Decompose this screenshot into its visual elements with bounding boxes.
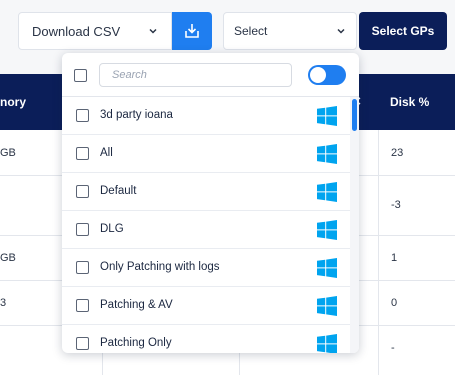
- scrollbar-thumb[interactable]: [352, 99, 357, 131]
- item-checkbox[interactable]: [76, 147, 89, 160]
- download-button[interactable]: [172, 12, 212, 50]
- list-item[interactable]: Patching Only: [62, 325, 350, 353]
- list-item[interactable]: All: [62, 135, 350, 173]
- list-item[interactable]: Default: [62, 173, 350, 211]
- item-label: Patching Only: [100, 337, 172, 349]
- chevron-down-icon: [337, 28, 345, 34]
- item-label: Default: [100, 185, 137, 197]
- item-checkbox[interactable]: [76, 185, 89, 198]
- table-cell-disk: -3: [391, 199, 401, 211]
- table-cell-memory: GB: [0, 147, 16, 159]
- select-gps-button[interactable]: Select GPs: [359, 12, 447, 50]
- item-label: 3d party ioana: [100, 109, 173, 121]
- table-cell-memory: GB: [0, 252, 16, 264]
- table-cell-disk: 0: [391, 297, 398, 309]
- item-checkbox[interactable]: [76, 337, 89, 350]
- list-item[interactable]: Only Patching with logs: [62, 249, 350, 287]
- item-checkbox[interactable]: [76, 109, 89, 122]
- gp-select[interactable]: Select: [223, 12, 357, 50]
- search-placeholder: Search: [112, 69, 147, 81]
- windows-icon: [317, 182, 337, 202]
- table-cell-memory: 3: [0, 297, 7, 309]
- toggle-switch[interactable]: [308, 65, 346, 85]
- dropdown-header: Search: [62, 53, 359, 97]
- select-all-checkbox[interactable]: [74, 69, 87, 82]
- table-cell-disk: -: [391, 342, 395, 354]
- windows-icon: [317, 334, 337, 353]
- windows-icon: [317, 144, 337, 164]
- toggle-knob: [310, 67, 326, 83]
- table-cell-disk: 1: [391, 252, 398, 264]
- download-csv-select-value: Download CSV: [32, 23, 121, 39]
- dropdown-search-input[interactable]: Search: [99, 63, 292, 87]
- column-divider: [378, 130, 379, 375]
- list-item[interactable]: Patching & AV: [62, 287, 350, 325]
- item-label: All: [100, 147, 113, 159]
- windows-icon: [317, 296, 337, 316]
- column-header-memory[interactable]: nory: [0, 95, 26, 109]
- item-checkbox[interactable]: [76, 261, 89, 274]
- download-csv-select[interactable]: Download CSV: [18, 12, 172, 50]
- windows-icon: [317, 220, 337, 240]
- list-item[interactable]: DLG: [62, 211, 350, 249]
- item-label: Patching & AV: [100, 299, 173, 311]
- item-checkbox[interactable]: [76, 223, 89, 236]
- list-item[interactable]: 3d party ioana: [62, 97, 350, 135]
- item-label: Only Patching with logs: [100, 261, 220, 273]
- table-cell-disk: 23: [391, 147, 404, 159]
- gp-select-value: Select: [234, 24, 268, 38]
- column-header-disk[interactable]: Disk %: [390, 95, 429, 109]
- gp-dropdown-panel: Search 3d party ioana All Default DLG On…: [62, 53, 359, 353]
- chevron-down-icon: [149, 28, 157, 34]
- scrollbar-track[interactable]: [350, 97, 359, 353]
- item-checkbox[interactable]: [76, 299, 89, 312]
- dropdown-list: 3d party ioana All Default DLG Only Patc…: [62, 97, 350, 353]
- windows-icon: [317, 106, 337, 126]
- windows-icon: [317, 258, 337, 278]
- download-tray-icon: [185, 24, 199, 38]
- item-label: DLG: [100, 223, 124, 235]
